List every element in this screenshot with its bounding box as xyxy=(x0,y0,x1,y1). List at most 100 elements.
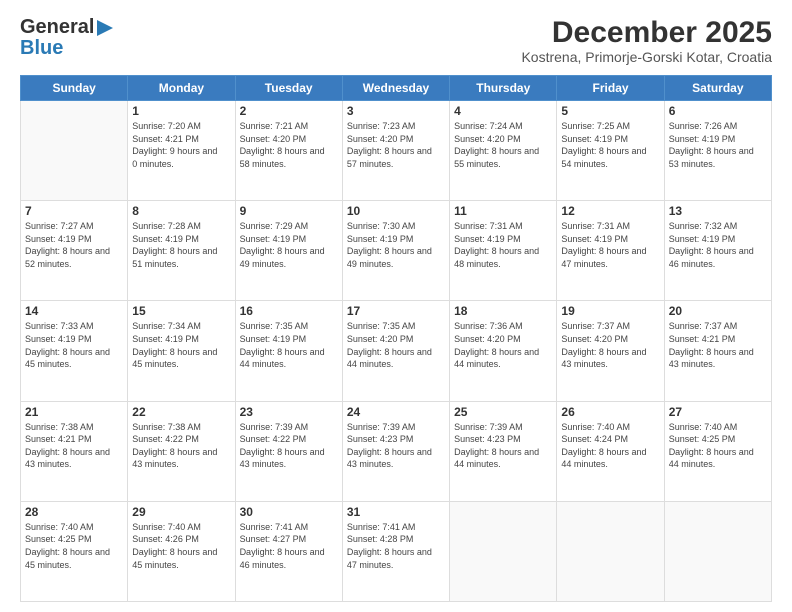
sunrise-text: Sunrise: 7:38 AM xyxy=(25,421,123,434)
day-number: 7 xyxy=(25,204,123,218)
sunrise-text: Sunrise: 7:37 AM xyxy=(669,320,767,333)
sunrise-text: Sunrise: 7:24 AM xyxy=(454,120,552,133)
day-number: 29 xyxy=(132,505,230,519)
header-saturday: Saturday xyxy=(664,76,771,101)
sunrise-text: Sunrise: 7:29 AM xyxy=(240,220,338,233)
daylight-text-2: 58 minutes. xyxy=(240,158,338,171)
header-friday: Friday xyxy=(557,76,664,101)
daylight-text: Daylight: 8 hours and xyxy=(669,346,767,359)
day-cell: 22Sunrise: 7:38 AMSunset: 4:22 PMDayligh… xyxy=(128,401,235,501)
sunrise-text: Sunrise: 7:35 AM xyxy=(347,320,445,333)
day-info: Sunrise: 7:38 AMSunset: 4:21 PMDaylight:… xyxy=(25,421,123,471)
day-number: 18 xyxy=(454,304,552,318)
sunrise-text: Sunrise: 7:40 AM xyxy=(669,421,767,434)
day-number: 10 xyxy=(347,204,445,218)
sunset-text: Sunset: 4:19 PM xyxy=(240,333,338,346)
day-info: Sunrise: 7:41 AMSunset: 4:27 PMDaylight:… xyxy=(240,521,338,571)
sunrise-text: Sunrise: 7:36 AM xyxy=(454,320,552,333)
header-wednesday: Wednesday xyxy=(342,76,449,101)
sunset-text: Sunset: 4:20 PM xyxy=(561,333,659,346)
daylight-text-2: 47 minutes. xyxy=(561,258,659,271)
day-cell: 10 Sunrise: 7:30 AMSunset: 4:19 PMDayligh… xyxy=(342,201,449,301)
sunset-text: Sunset: 4:19 PM xyxy=(561,233,659,246)
day-info: Sunrise: 7:35 AMSunset: 4:20 PMDaylight:… xyxy=(347,320,445,370)
day-number: 4 xyxy=(454,104,552,118)
sunset-text: Sunset: 4:19 PM xyxy=(669,133,767,146)
day-number: 24 xyxy=(347,405,445,419)
daylight-text-2: 53 minutes. xyxy=(669,158,767,171)
daylight-text-2: 49 minutes. xyxy=(240,258,338,271)
day-cell: 23Sunrise: 7:39 AMSunset: 4:22 PMDayligh… xyxy=(235,401,342,501)
header-thursday: Thursday xyxy=(450,76,557,101)
sunset-text: Sunset: 4:19 PM xyxy=(561,133,659,146)
daylight-text-2: 43 minutes. xyxy=(240,458,338,471)
sunrise-text: Sunrise: 7:23 AM xyxy=(347,120,445,133)
header-sunday: Sunday xyxy=(21,76,128,101)
daylight-text: Daylight: 9 hours and xyxy=(132,145,230,158)
day-cell: 30Sunrise: 7:41 AMSunset: 4:27 PMDayligh… xyxy=(235,501,342,601)
day-info: Sunrise: 7:28 AMSunset: 4:19 PMDaylight:… xyxy=(132,220,230,270)
daylight-text: Daylight: 8 hours and xyxy=(669,446,767,459)
sunrise-text: Sunrise: 7:35 AM xyxy=(240,320,338,333)
daylight-text-2: 43 minutes. xyxy=(347,458,445,471)
sunset-text: Sunset: 4:20 PM xyxy=(240,133,338,146)
sunset-text: Sunset: 4:20 PM xyxy=(454,333,552,346)
day-number: 1 xyxy=(132,104,230,118)
day-info: Sunrise: 7:24 AMSunset: 4:20 PMDaylight:… xyxy=(454,120,552,170)
daylight-text: Daylight: 8 hours and xyxy=(240,346,338,359)
day-cell xyxy=(450,501,557,601)
day-cell: 17 Sunrise: 7:35 AMSunset: 4:20 PMDayligh… xyxy=(342,301,449,401)
sunset-text: Sunset: 4:20 PM xyxy=(347,333,445,346)
sunset-text: Sunset: 4:19 PM xyxy=(132,333,230,346)
header: General Blue December 2025 Kostrena, Pri… xyxy=(20,16,772,65)
daylight-text: Daylight: 8 hours and xyxy=(240,145,338,158)
sunset-text: Sunset: 4:24 PM xyxy=(561,433,659,446)
day-info: Sunrise: 7:31 AMSunset: 4:19 PMDaylight:… xyxy=(561,220,659,270)
daylight-text: Daylight: 8 hours and xyxy=(240,546,338,559)
daylight-text-2: 51 minutes. xyxy=(132,258,230,271)
week-row-2: 7Sunrise: 7:27 AMSunset: 4:19 PMDaylight… xyxy=(21,201,772,301)
daylight-text-2: 45 minutes. xyxy=(132,559,230,572)
day-number: 26 xyxy=(561,405,659,419)
day-number: 8 xyxy=(132,204,230,218)
day-number: 11 xyxy=(454,204,552,218)
day-info: Sunrise: 7:27 AMSunset: 4:19 PMDaylight:… xyxy=(25,220,123,270)
page: General Blue December 2025 Kostrena, Pri… xyxy=(0,0,792,612)
day-info: Sunrise: 7:40 AMSunset: 4:24 PMDaylight:… xyxy=(561,421,659,471)
sunset-text: Sunset: 4:19 PM xyxy=(25,333,123,346)
day-info: Sunrise: 7:26 AMSunset: 4:19 PMDaylight:… xyxy=(669,120,767,170)
daylight-text-2: 45 minutes. xyxy=(25,358,123,371)
day-cell: 12Sunrise: 7:31 AMSunset: 4:19 PMDayligh… xyxy=(557,201,664,301)
day-cell: 14Sunrise: 7:33 AMSunset: 4:19 PMDayligh… xyxy=(21,301,128,401)
sunrise-text: Sunrise: 7:30 AM xyxy=(347,220,445,233)
day-cell: 1 Sunrise: 7:20 AMSunset: 4:21 PMDaylight… xyxy=(128,101,235,201)
daylight-text: Daylight: 8 hours and xyxy=(454,245,552,258)
daylight-text-2: 44 minutes. xyxy=(561,458,659,471)
day-number: 17 xyxy=(347,304,445,318)
day-number: 6 xyxy=(669,104,767,118)
daylight-text: Daylight: 8 hours and xyxy=(669,145,767,158)
day-number: 28 xyxy=(25,505,123,519)
daylight-text-2: 43 minutes. xyxy=(132,458,230,471)
sunset-text: Sunset: 4:19 PM xyxy=(347,233,445,246)
day-info: Sunrise: 7:31 AMSunset: 4:19 PMDaylight:… xyxy=(454,220,552,270)
sunrise-text: Sunrise: 7:21 AM xyxy=(240,120,338,133)
sunset-text: Sunset: 4:19 PM xyxy=(669,233,767,246)
sunrise-text: Sunrise: 7:37 AM xyxy=(561,320,659,333)
sunrise-text: Sunrise: 7:27 AM xyxy=(25,220,123,233)
day-info: Sunrise: 7:40 AMSunset: 4:25 PMDaylight:… xyxy=(25,521,123,571)
day-info: Sunrise: 7:37 AMSunset: 4:20 PMDaylight:… xyxy=(561,320,659,370)
daylight-text-2: 43 minutes. xyxy=(669,358,767,371)
day-cell: 20Sunrise: 7:37 AMSunset: 4:21 PMDayligh… xyxy=(664,301,771,401)
month-title: December 2025 xyxy=(521,16,772,49)
day-cell: 7 Sunrise: 7:27 AMSunset: 4:19 PMDaylight… xyxy=(21,201,128,301)
day-info: Sunrise: 7:30 AMSunset: 4:19 PMDaylight:… xyxy=(347,220,445,270)
sunset-text: Sunset: 4:21 PM xyxy=(25,433,123,446)
daylight-text-2: 46 minutes. xyxy=(240,559,338,572)
daylight-text: Daylight: 8 hours and xyxy=(347,346,445,359)
day-info: Sunrise: 7:41 AMSunset: 4:28 PMDaylight:… xyxy=(347,521,445,571)
day-number: 13 xyxy=(669,204,767,218)
daylight-text-2: 45 minutes. xyxy=(132,358,230,371)
day-info: Sunrise: 7:20 AMSunset: 4:21 PMDaylight:… xyxy=(132,120,230,170)
day-info: Sunrise: 7:23 AMSunset: 4:20 PMDaylight:… xyxy=(347,120,445,170)
